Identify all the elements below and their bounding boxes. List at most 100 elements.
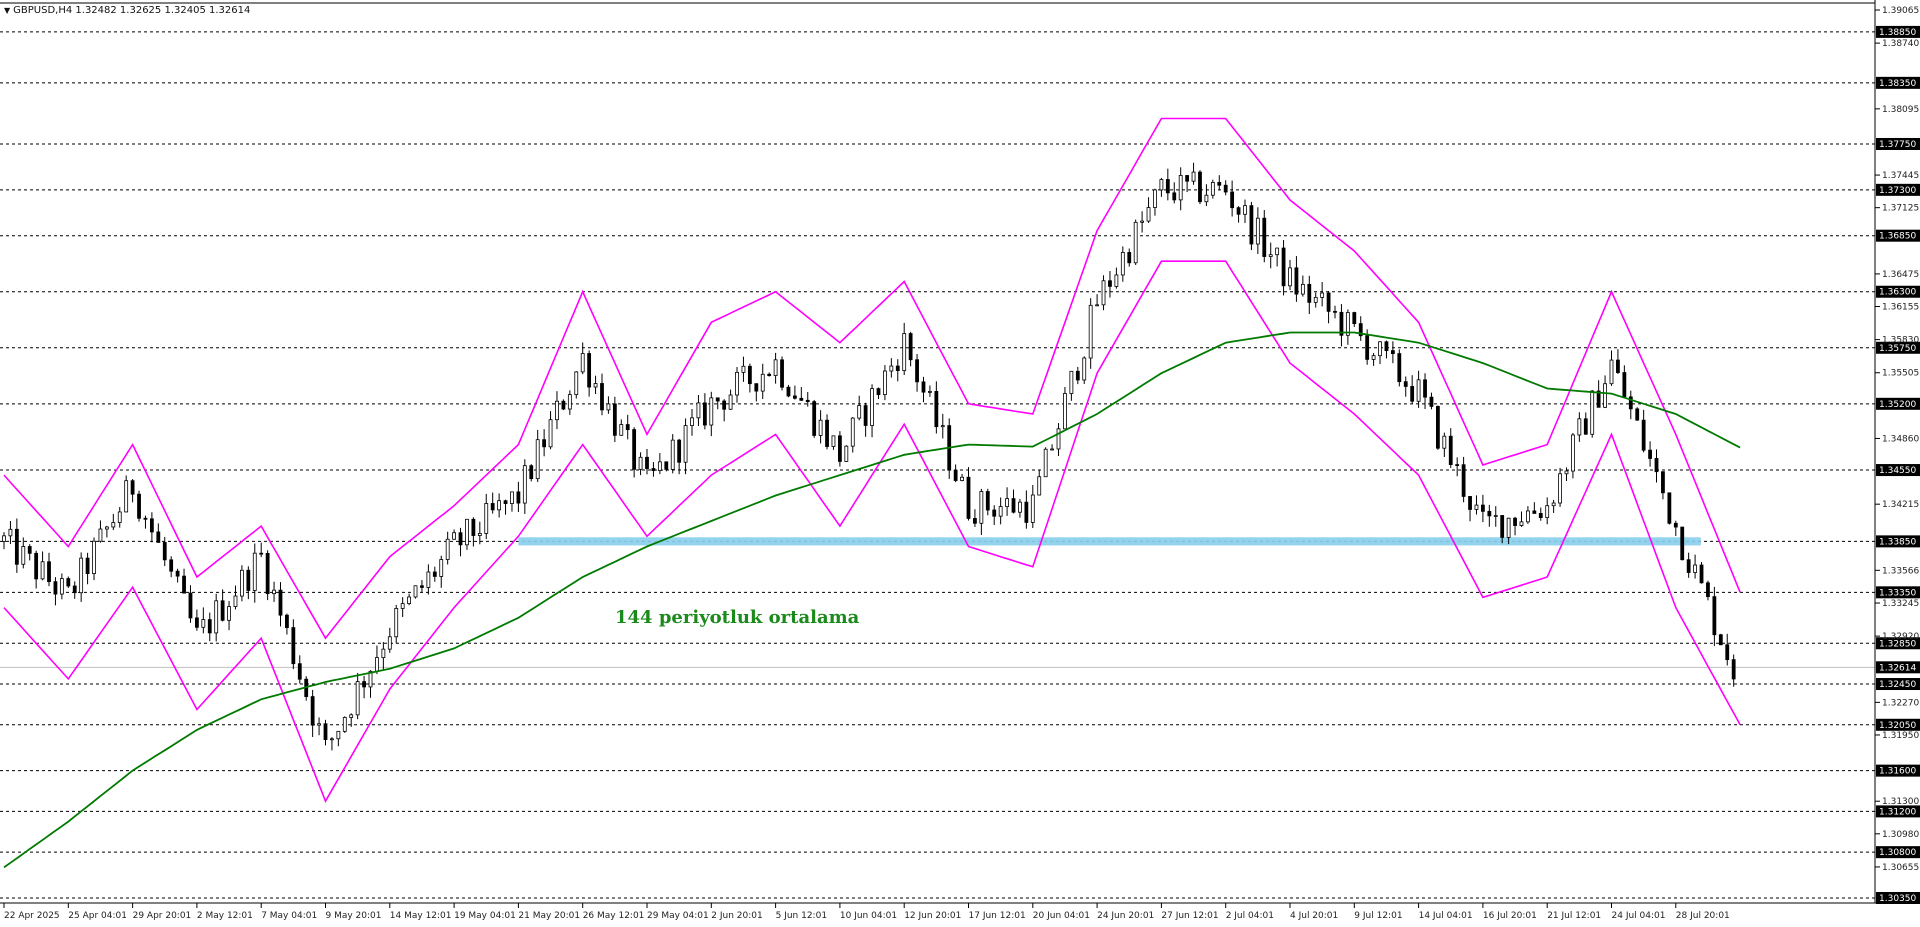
candle-body [1082,357,1087,381]
triangle-down-icon[interactable]: ▼ [4,6,10,15]
candle-body [1056,428,1061,450]
candle-body [1680,526,1685,561]
moving-average-annotation: 144 periyotluk ortalama [615,607,860,628]
candle-body [966,476,971,519]
candle-body [1101,280,1106,306]
candle-body [1635,408,1640,421]
candle-body [1435,406,1440,449]
candle-body [1731,659,1736,680]
candle-body [825,419,829,447]
price-tick-label: 1.33245 [1882,599,1919,609]
candle-body [773,359,778,376]
candle-body [1172,192,1177,201]
candle-body [1577,418,1582,436]
candle-body [1474,504,1479,510]
level-price-label: 1.36300 [1879,288,1916,298]
candle-body [342,717,347,732]
candle-body [857,405,862,419]
candle-body [960,476,964,481]
candle-body [600,383,604,411]
candle-body [1210,182,1215,196]
candle-body [555,400,559,421]
candle-body [362,681,366,688]
candle-body [143,517,148,520]
candle-body [587,353,592,388]
candle-body [657,461,662,471]
price-chart[interactable]: 1.38850 1.38350 1.37750 1.37300 1.36850 1.363… [0,0,1920,927]
candle-body [998,506,1003,517]
candle-body [1410,386,1415,402]
candle-body [651,468,656,471]
time-tick-label: 17 Jun 12:01 [969,911,1026,921]
candle-body [1545,505,1550,519]
candle-body [580,353,585,373]
price-tick-label: 1.35505 [1882,369,1919,379]
candle-body [1159,179,1164,191]
candle-body [542,439,547,448]
candle-body [1288,267,1292,287]
candle-body [458,532,463,546]
candle-body [1590,390,1595,435]
time-tick-label: 4 Jul 20:01 [1290,911,1338,921]
candle-body [439,559,444,577]
candle-body [1307,283,1312,303]
candle-body [1551,502,1556,507]
candle-body [992,509,997,517]
candle-body [1384,341,1389,352]
time-tick-label: 20 Jun 04:01 [1033,911,1090,921]
candle-body [728,394,733,410]
level-price-label: 1.31200 [1879,807,1916,817]
level-price-label: 1.35200 [1879,400,1916,410]
candle-body [1448,435,1453,465]
candle-body [14,528,19,565]
time-tick-label: 27 Jun 12:01 [1161,911,1218,921]
candle-body [677,439,682,463]
candle-body [1133,221,1138,264]
level-price-label: 1.31600 [1879,767,1916,777]
candle-body [336,730,341,740]
candle-body [465,518,469,546]
candle-body [1718,634,1723,646]
candle-body [265,552,270,595]
level-price-label: 1.33850 [1879,537,1916,547]
candle-body [310,696,315,726]
candle-body [1712,596,1717,636]
candle-body [876,388,881,396]
candle-body [548,419,553,448]
candle-body [625,424,630,431]
candle-body [111,522,116,528]
candle-body [1686,559,1691,573]
candle-body [355,681,360,716]
candle-body [1275,247,1280,256]
candle-body [124,480,129,513]
time-tick-label: 14 May 12:01 [390,911,452,921]
candle-body [1018,501,1022,513]
candle-body [387,636,392,650]
candle-body [188,592,193,619]
support-zone-rect [518,537,1701,546]
candle-body [1011,498,1016,513]
candle-body [227,606,231,621]
price-tick-label: 1.37125 [1882,204,1919,214]
level-price-label: 1.38350 [1879,79,1916,89]
candle-body [1153,189,1157,208]
level-price-label: 1.37750 [1879,140,1916,150]
candle-body [162,542,167,561]
candle-body [349,714,354,718]
time-tick-label: 24 Jun 20:01 [1097,911,1154,921]
candle-body [1043,448,1048,478]
candle-body [870,388,874,426]
candle-body [510,491,514,504]
candle-body [1320,292,1325,298]
candle-body [1661,471,1665,494]
price-tick-label: 1.36155 [1882,303,1919,313]
candle-body [928,390,932,393]
time-tick-label: 29 May 04:01 [647,911,709,921]
candle-body [1095,304,1099,307]
candle-body [1005,498,1009,507]
candle-body [1493,515,1498,517]
candle-body [104,526,109,530]
candle-body [413,585,418,598]
candle-body [838,435,842,462]
candle-body [1140,220,1145,223]
